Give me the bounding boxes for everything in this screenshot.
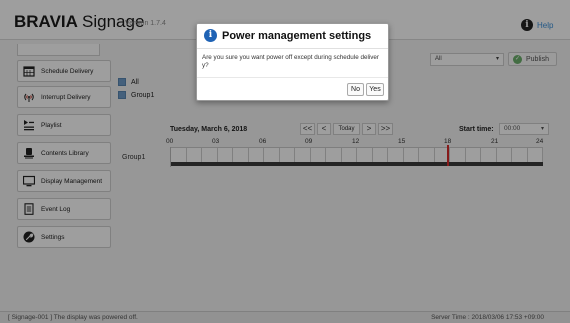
dialog-divider [197,77,388,78]
power-management-dialog: i Power management settings Are you sure… [196,23,389,101]
dialog-title: i Power management settings [204,29,371,42]
dialog-title-text: Power management settings [222,29,372,42]
dialog-divider [197,48,388,49]
no-button[interactable]: No [347,83,364,96]
info-icon: i [204,29,217,42]
dialog-message: Are you sure you want power off except d… [202,54,379,69]
yes-button[interactable]: Yes [366,83,384,96]
